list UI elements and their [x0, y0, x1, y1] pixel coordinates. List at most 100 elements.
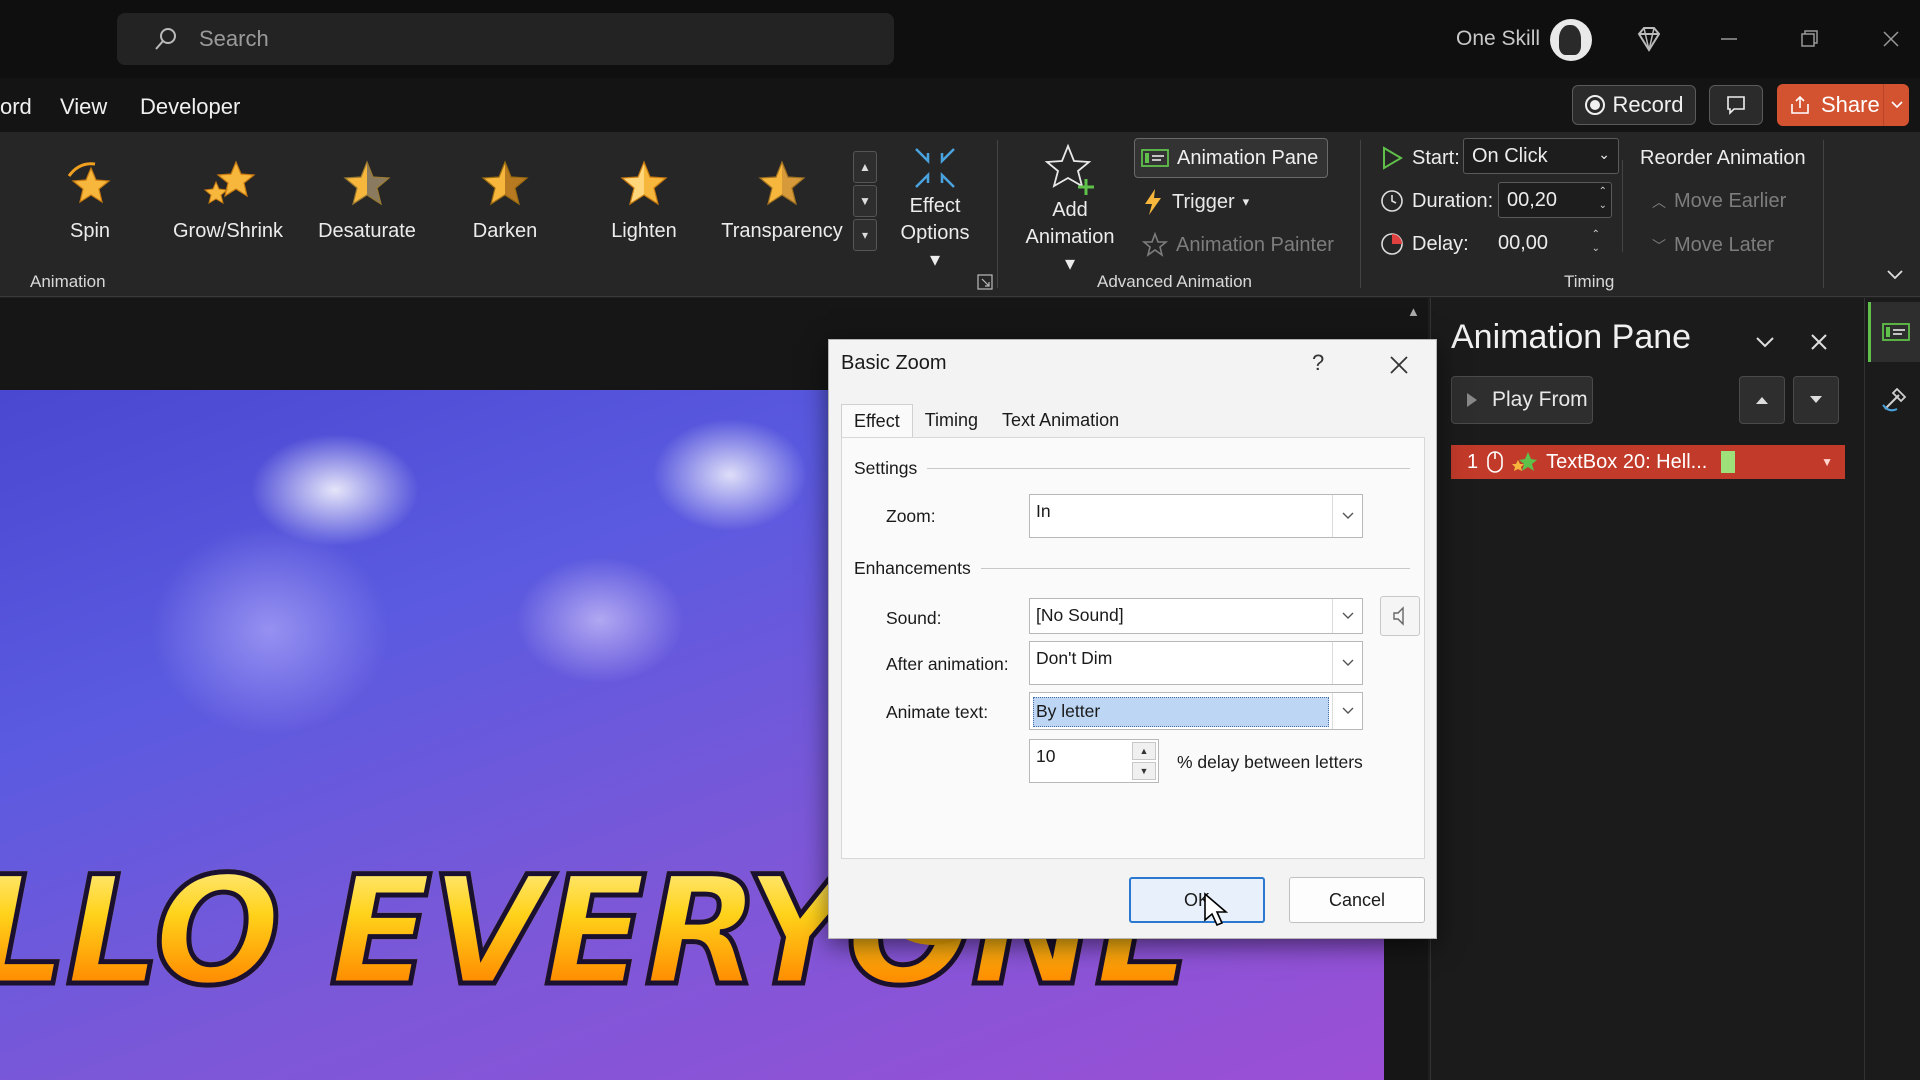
- animation-pane-label: Animation Pane: [1177, 146, 1319, 169]
- add-animation-button[interactable]: Add Animation ▾: [1014, 143, 1126, 278]
- pane-close-icon[interactable]: [1805, 328, 1833, 356]
- enhancements-header: Enhancements: [854, 558, 971, 578]
- cancel-label: Cancel: [1328, 889, 1386, 910]
- avatar[interactable]: [1550, 19, 1592, 61]
- desaturate-star-icon: [343, 160, 391, 206]
- menu-item-developer[interactable]: Developer: [140, 94, 240, 120]
- item-label: TextBox 20: Hell...: [1546, 450, 1708, 473]
- effect-grow-shrink[interactable]: Grow/Shrink: [163, 158, 293, 258]
- effect-darken[interactable]: Darken: [440, 158, 570, 258]
- move-down-button[interactable]: [1793, 376, 1839, 424]
- move-earlier-button[interactable]: ︿ Move Earlier: [1652, 190, 1786, 213]
- add-animation-label-2-text: Animation: [1025, 226, 1115, 248]
- chevron-down-icon: [1332, 642, 1362, 684]
- strip-designer-button[interactable]: [1868, 370, 1920, 430]
- spinner-down-button[interactable]: ▼: [1132, 762, 1156, 780]
- effect-transparency[interactable]: Transparency: [717, 158, 847, 258]
- delay-percent-value: 10: [1036, 746, 1056, 766]
- share-button[interactable]: Share: [1777, 84, 1909, 126]
- restore-icon[interactable]: [1792, 22, 1826, 56]
- animate-text-select[interactable]: By letter: [1029, 692, 1363, 730]
- delay-input[interactable]: 00,00 ⌃ ⌄: [1490, 226, 1604, 262]
- record-icon: [1584, 95, 1605, 115]
- delay-clock-icon: [1381, 233, 1403, 255]
- move-earlier-label: Move Earlier: [1674, 190, 1787, 212]
- animation-painter-button[interactable]: Animation Painter: [1142, 232, 1334, 258]
- record-button[interactable]: Record: [1572, 85, 1696, 125]
- spinner-up-button[interactable]: ▲: [1132, 742, 1156, 760]
- transparency-star-icon: [758, 160, 806, 206]
- diamond-icon[interactable]: [1632, 22, 1666, 56]
- close-icon[interactable]: [1384, 350, 1414, 380]
- move-later-button[interactable]: ﹀ Move Later: [1652, 234, 1774, 257]
- designer-wand-icon: [1882, 387, 1907, 412]
- item-dropdown-icon[interactable]: ▼: [1821, 455, 1833, 469]
- animate-text-label: Animate text:: [886, 702, 989, 722]
- effect-desaturate[interactable]: Desaturate: [302, 158, 432, 258]
- sound-value: [No Sound]: [1036, 605, 1124, 625]
- sound-preview-button[interactable]: [1380, 596, 1420, 636]
- delay-spinner[interactable]: ⌃ ⌄: [1592, 228, 1600, 256]
- gallery-down-button[interactable]: ▼: [853, 185, 877, 217]
- gallery-more-button[interactable]: ▾: [853, 219, 877, 251]
- lightning-icon: [1145, 189, 1161, 215]
- enhancements-section: Enhancements: [854, 558, 1410, 579]
- triangle-up-icon: [1756, 397, 1768, 404]
- minimize-icon[interactable]: [1712, 22, 1746, 56]
- animation-list-item[interactable]: 1 TextBox 20: Hell... ▼: [1451, 445, 1845, 479]
- trigger-button[interactable]: Trigger ▾: [1142, 188, 1249, 216]
- move-up-button[interactable]: [1739, 376, 1785, 424]
- dialog-launcher-icon[interactable]: [977, 274, 993, 290]
- spinner-arrows: ▲ ▼: [1132, 742, 1156, 780]
- trigger-chevron: ▾: [1242, 194, 1250, 209]
- effect-lighten-label: Lighten: [611, 220, 677, 242]
- group-label-advanced: Advanced Animation: [1097, 272, 1252, 291]
- pane-options-chevron-icon[interactable]: [1751, 328, 1779, 356]
- ribbon-separator: [1622, 160, 1623, 252]
- sound-select[interactable]: [No Sound]: [1029, 598, 1363, 634]
- start-select[interactable]: On Click ⌄: [1463, 138, 1619, 174]
- menu-item-record-tab[interactable]: ord: [0, 94, 32, 120]
- strip-animation-pane-button[interactable]: [1868, 302, 1920, 362]
- animation-pane-button[interactable]: Animation Pane: [1134, 138, 1328, 178]
- effect-options-button[interactable]: Effect Options ▾: [886, 143, 984, 274]
- cancel-button[interactable]: Cancel: [1289, 877, 1425, 923]
- delay-percent-spinner[interactable]: 10 ▲ ▼: [1029, 739, 1159, 783]
- share-dropdown[interactable]: [1883, 84, 1909, 126]
- add-animation-label-2: Animation ▾: [1014, 224, 1126, 278]
- zoom-select[interactable]: In: [1029, 494, 1363, 538]
- close-window-icon[interactable]: [1874, 22, 1908, 56]
- title-bar: Search One Skill: [0, 0, 1920, 78]
- duration-value: 00,20: [1507, 189, 1558, 211]
- trigger-label: Trigger: [1172, 190, 1235, 213]
- comments-button[interactable]: [1709, 85, 1763, 125]
- group-label-animation: Animation: [30, 272, 106, 291]
- ribbon-collapse-icon[interactable]: [1885, 268, 1905, 282]
- ribbon-separator: [1823, 140, 1824, 288]
- scroll-up-button[interactable]: ▲: [1407, 304, 1420, 319]
- after-animation-select[interactable]: Don't Dim: [1029, 641, 1363, 685]
- speaker-icon: [1393, 606, 1404, 626]
- animation-painter-label: Animation Painter: [1176, 233, 1334, 256]
- timeline-bar: [1721, 451, 1736, 473]
- chevron-down-icon: ﹀: [1652, 237, 1666, 254]
- gallery-up-button[interactable]: ▲: [853, 151, 877, 183]
- section-rule: [927, 468, 1410, 469]
- duration-spinner[interactable]: ⌃ ⌄: [1599, 185, 1607, 213]
- search-box[interactable]: Search: [117, 13, 894, 65]
- reorder-title: Reorder Animation: [1640, 147, 1806, 169]
- animation-pane-icon: [1141, 149, 1169, 167]
- help-button[interactable]: ?: [1312, 350, 1324, 376]
- effect-options-label-2-text: Options: [900, 222, 970, 244]
- section-rule: [980, 568, 1410, 569]
- comment-icon: [1727, 96, 1745, 115]
- effect-spin[interactable]: Spin: [25, 158, 155, 258]
- mouse-click-icon: [1487, 451, 1503, 473]
- play-from-button[interactable]: Play From: [1451, 376, 1593, 424]
- ok-button[interactable]: OK: [1129, 877, 1265, 923]
- chevron-down-icon: ⌄: [1598, 146, 1610, 162]
- menu-item-view[interactable]: View: [60, 94, 107, 120]
- duration-input[interactable]: 00,20 ⌃ ⌄: [1498, 182, 1612, 218]
- effect-lighten[interactable]: Lighten: [579, 158, 709, 258]
- effect-tab-panel: Settings Zoom: In Enhancements Sound: [N…: [841, 437, 1425, 859]
